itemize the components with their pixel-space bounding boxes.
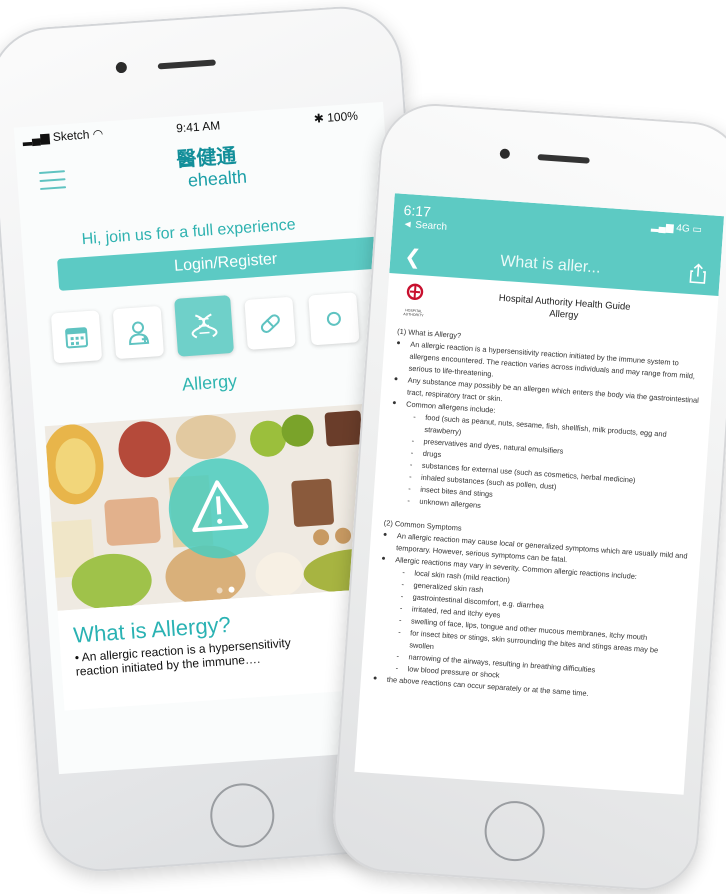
article-screen: 6:17 ◄ Search ▂▄▆ 4G ▭ ❮ What is aller..… bbox=[354, 193, 725, 795]
hospital-authority-logo: HOSPITAL AUTHORITY bbox=[398, 282, 430, 318]
home-button[interactable] bbox=[208, 781, 277, 850]
warning-icon bbox=[192, 480, 249, 533]
logo-chinese: 醫健通 bbox=[175, 145, 238, 172]
camera bbox=[115, 61, 128, 74]
hospital-authority-emblem bbox=[406, 283, 424, 301]
carrier-label: Sketch bbox=[52, 127, 90, 144]
menu-icon[interactable] bbox=[38, 170, 67, 191]
category-allergy[interactable] bbox=[174, 295, 235, 357]
signal-icon: ▂▄▆ bbox=[22, 130, 54, 147]
category-medicine[interactable] bbox=[244, 296, 296, 350]
logo-english: ehealth bbox=[187, 166, 248, 191]
clock: 9:41 AM bbox=[175, 118, 221, 136]
hospital-authority-label: HOSPITAL AUTHORITY bbox=[403, 308, 424, 318]
selected-category-label: Allergy bbox=[181, 370, 238, 395]
document-header: Hospital Authority Health Guide Allergy bbox=[449, 289, 680, 329]
wifi-icon: ◠ bbox=[88, 126, 104, 142]
warning-badge bbox=[165, 454, 273, 562]
camera bbox=[499, 148, 511, 160]
phone-right: 6:17 ◄ Search ▂▄▆ 4G ▭ ❮ What is aller..… bbox=[329, 100, 726, 894]
home-button[interactable] bbox=[482, 799, 547, 864]
battery-icon: ▭ bbox=[689, 223, 703, 236]
signal-icon: ▂▄▆ bbox=[650, 221, 677, 234]
category-calendar[interactable] bbox=[50, 310, 103, 364]
carousel-indicator bbox=[216, 579, 241, 599]
speaker bbox=[537, 154, 590, 164]
battery-percent: 100% bbox=[326, 108, 359, 125]
carousel-dot-active[interactable] bbox=[228, 586, 235, 593]
nav-bar: 6:17 ◄ Search ▂▄▆ 4G ▭ ❮ What is aller..… bbox=[389, 193, 725, 297]
speaker bbox=[157, 59, 216, 70]
clock: 6:17 bbox=[403, 201, 432, 220]
dna-icon bbox=[191, 313, 218, 339]
carousel-dot[interactable] bbox=[216, 587, 223, 594]
calendar-icon bbox=[65, 327, 89, 349]
nav-title: What is aller... bbox=[499, 252, 602, 277]
doctor-icon bbox=[129, 321, 150, 346]
pill-icon bbox=[260, 314, 280, 333]
network-label: 4G bbox=[675, 222, 691, 235]
category-more[interactable] bbox=[308, 292, 360, 346]
document-body: (1) What is Allergy? An allergic reactio… bbox=[372, 326, 702, 706]
share-icon[interactable] bbox=[687, 262, 708, 285]
more-icon bbox=[326, 311, 341, 326]
status-bar: ▂▄▆ Sketch ◠ 9:41 AM ✱ 100% bbox=[14, 102, 385, 152]
back-chevron-icon[interactable]: ❮ bbox=[404, 244, 422, 270]
category-doctor[interactable] bbox=[112, 305, 165, 360]
back-to-search-link[interactable]: ◄ Search bbox=[402, 219, 447, 233]
